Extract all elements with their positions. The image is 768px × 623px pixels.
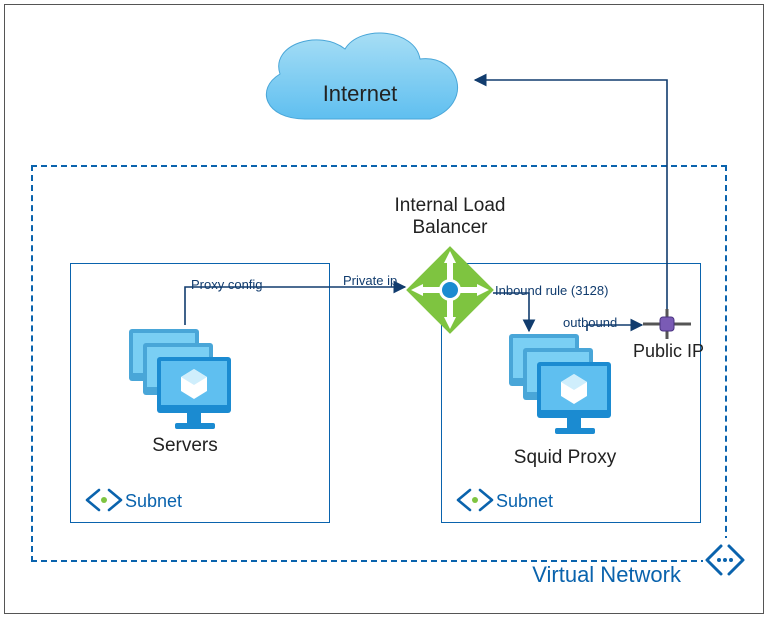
servers-caption: Servers — [140, 435, 230, 457]
proxy-caption: Squid Proxy — [505, 447, 625, 469]
public-ip-icon — [643, 309, 691, 339]
subnet-icon — [456, 486, 494, 514]
internet-label: Internet — [245, 81, 475, 107]
subnet-label: Subnet — [496, 491, 553, 512]
servers-icon — [125, 325, 245, 435]
edge-private-ip: Private ip — [343, 273, 397, 288]
edge-proxy-config: Proxy config — [191, 277, 263, 292]
public-ip-label: Public IP — [633, 341, 704, 362]
squid-proxy-icon — [505, 330, 625, 440]
internet-cloud: Internet — [245, 19, 475, 149]
load-balancer-label: Internal Load Balancer — [385, 195, 515, 239]
vnet-icon — [703, 538, 747, 582]
diagram-canvas: Virtual Network Subnet Subnet — [4, 4, 764, 614]
vnet-label: Virtual Network — [532, 562, 681, 588]
subnet-icon — [85, 486, 123, 514]
edge-outbound: outbound — [563, 315, 617, 330]
edge-inbound-rule: Inbound rule (3128) — [495, 283, 608, 298]
load-balancer-icon — [405, 245, 495, 335]
subnet-label: Subnet — [125, 491, 182, 512]
